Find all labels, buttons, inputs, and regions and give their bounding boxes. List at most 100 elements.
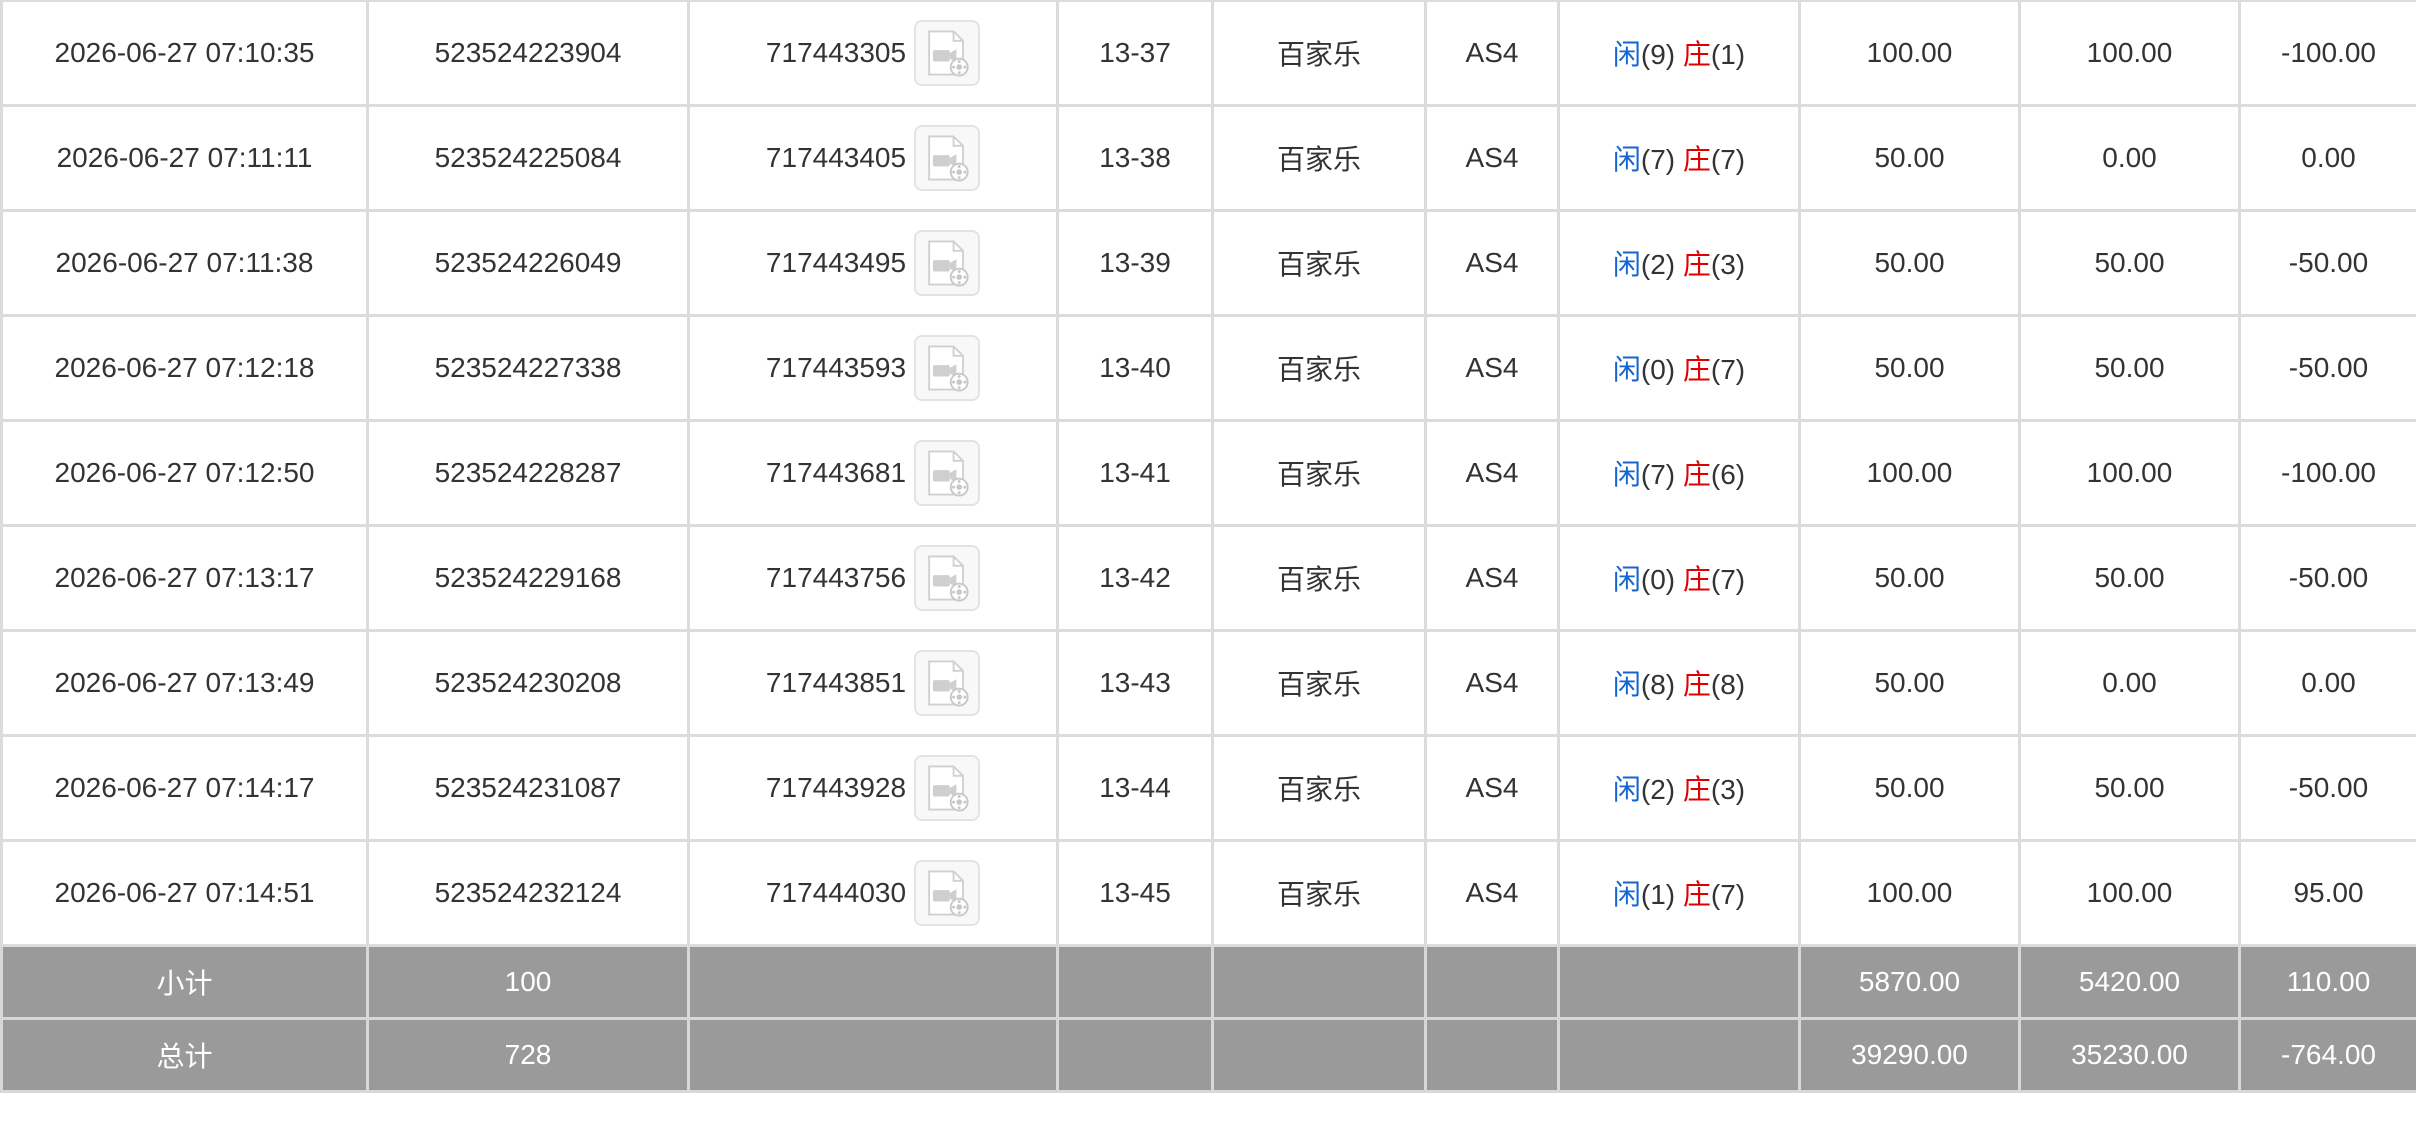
subtotal-label: 小计: [0, 944, 369, 1020]
round-id: 717443851: [765, 667, 907, 698]
player-score: (7): [1640, 144, 1676, 175]
payout: -50.00: [2238, 209, 2416, 317]
payout: 95.00: [2238, 839, 2416, 947]
table-row: 2026-06-27 07:10:35 523524223904 717443305…: [0, 0, 2416, 107]
order-id: 523524223904: [366, 0, 690, 107]
total-valid-bet: 35230.00: [2018, 1017, 2241, 1093]
game-name: 百家乐: [1211, 0, 1427, 107]
bet-time: 2026-06-27 07:11:11: [0, 104, 369, 212]
bet-records-table: 2026-06-27 07:10:35 523524223904 717443305…: [0, 0, 2416, 1093]
shoe-number: 13-37: [1056, 0, 1214, 107]
round-cell: 717443305: [687, 0, 1059, 107]
video-replay-icon[interactable]: [914, 650, 981, 716]
total-payout: -764.00: [2238, 1017, 2416, 1093]
round-cell: 717443593: [687, 314, 1059, 422]
round-id: 717443405: [765, 142, 907, 173]
order-id: 523524228287: [366, 419, 690, 527]
payout: -100.00: [2238, 419, 2416, 527]
player-label: 闲: [1612, 564, 1641, 595]
result-cell: 闲(0) 庄(7): [1557, 524, 1801, 632]
player-label: 闲: [1612, 774, 1641, 805]
table-row: 2026-06-27 07:14:51 523524232124 717444030…: [0, 839, 2416, 947]
player-label: 闲: [1612, 39, 1641, 70]
game-name: 百家乐: [1211, 524, 1427, 632]
bet-time: 2026-06-27 07:14:51: [0, 839, 369, 947]
table-code: AS4: [1424, 419, 1560, 527]
subtotal-valid-bet: 5420.00: [2018, 944, 2241, 1020]
valid-bet: 50.00: [2018, 734, 2241, 842]
bet-time: 2026-06-27 07:13:49: [0, 629, 369, 737]
subtotal-empty-cell: [1211, 944, 1427, 1020]
result-cell: 闲(1) 庄(7): [1557, 839, 1801, 947]
subtotal-empty-cell: [1056, 944, 1214, 1020]
bet-amount: 100.00: [1798, 839, 2021, 947]
player-label: 闲: [1612, 144, 1641, 175]
player-score: (1): [1640, 879, 1676, 910]
player-score: (7): [1640, 459, 1676, 490]
shoe-number: 13-44: [1056, 734, 1214, 842]
round-cell: 717443928: [687, 734, 1059, 842]
order-id: 523524232124: [366, 839, 690, 947]
bet-amount: 50.00: [1798, 734, 2021, 842]
order-id: 523524231087: [366, 734, 690, 842]
round-cell: 717443405: [687, 104, 1059, 212]
table-code: AS4: [1424, 524, 1560, 632]
bet-amount: 50.00: [1798, 209, 2021, 317]
table-code: AS4: [1424, 629, 1560, 737]
game-name: 百家乐: [1211, 839, 1427, 947]
table-row: 2026-06-27 07:12:50 523524228287 717443681…: [0, 419, 2416, 527]
banker-label: 庄: [1682, 144, 1711, 175]
valid-bet: 0.00: [2018, 629, 2241, 737]
game-name: 百家乐: [1211, 104, 1427, 212]
total-empty-cell: [1424, 1017, 1560, 1093]
bet-time: 2026-06-27 07:12:18: [0, 314, 369, 422]
bet-time: 2026-06-27 07:13:17: [0, 524, 369, 632]
video-replay-icon[interactable]: [914, 545, 981, 611]
order-id: 523524226049: [366, 209, 690, 317]
banker-score: (7): [1710, 879, 1746, 910]
payout: -50.00: [2238, 734, 2416, 842]
game-name: 百家乐: [1211, 209, 1427, 317]
banker-label: 庄: [1682, 249, 1711, 280]
order-id: 523524230208: [366, 629, 690, 737]
player-score: (2): [1640, 249, 1676, 280]
subtotal-empty-cell: [1557, 944, 1801, 1020]
shoe-number: 13-38: [1056, 104, 1214, 212]
player-label: 闲: [1612, 879, 1641, 910]
bet-amount: 50.00: [1798, 524, 2021, 632]
payout: -100.00: [2238, 0, 2416, 107]
result-cell: 闲(8) 庄(8): [1557, 629, 1801, 737]
game-name: 百家乐: [1211, 314, 1427, 422]
banker-score: (6): [1710, 459, 1746, 490]
bet-time: 2026-06-27 07:14:17: [0, 734, 369, 842]
table-code: AS4: [1424, 0, 1560, 107]
shoe-number: 13-39: [1056, 209, 1214, 317]
video-replay-icon[interactable]: [914, 20, 981, 86]
shoe-number: 13-41: [1056, 419, 1214, 527]
banker-label: 庄: [1682, 564, 1711, 595]
player-label: 闲: [1612, 354, 1641, 385]
banker-score: (3): [1710, 774, 1746, 805]
game-name: 百家乐: [1211, 419, 1427, 527]
video-replay-icon[interactable]: [914, 230, 981, 296]
banker-label: 庄: [1682, 669, 1711, 700]
player-score: (8): [1640, 669, 1676, 700]
total-empty-cell: [687, 1017, 1059, 1093]
video-replay-icon[interactable]: [914, 755, 981, 821]
table-code: AS4: [1424, 314, 1560, 422]
round-id: 717443756: [765, 562, 907, 593]
round-id: 717443495: [765, 247, 907, 278]
table-row: 2026-06-27 07:11:11 523524225084 717443405…: [0, 104, 2416, 212]
table-code: AS4: [1424, 839, 1560, 947]
result-cell: 闲(9) 庄(1): [1557, 0, 1801, 107]
table-row: 2026-06-27 07:14:17 523524231087 717443928…: [0, 734, 2416, 842]
video-replay-icon[interactable]: [914, 335, 981, 401]
total-bet: 39290.00: [1798, 1017, 2021, 1093]
video-replay-icon[interactable]: [914, 440, 981, 506]
video-replay-icon[interactable]: [914, 860, 981, 926]
game-name: 百家乐: [1211, 734, 1427, 842]
valid-bet: 50.00: [2018, 524, 2241, 632]
table-row: 2026-06-27 07:13:17 523524229168 717443756…: [0, 524, 2416, 632]
bet-amount: 50.00: [1798, 104, 2021, 212]
video-replay-icon[interactable]: [914, 125, 981, 191]
